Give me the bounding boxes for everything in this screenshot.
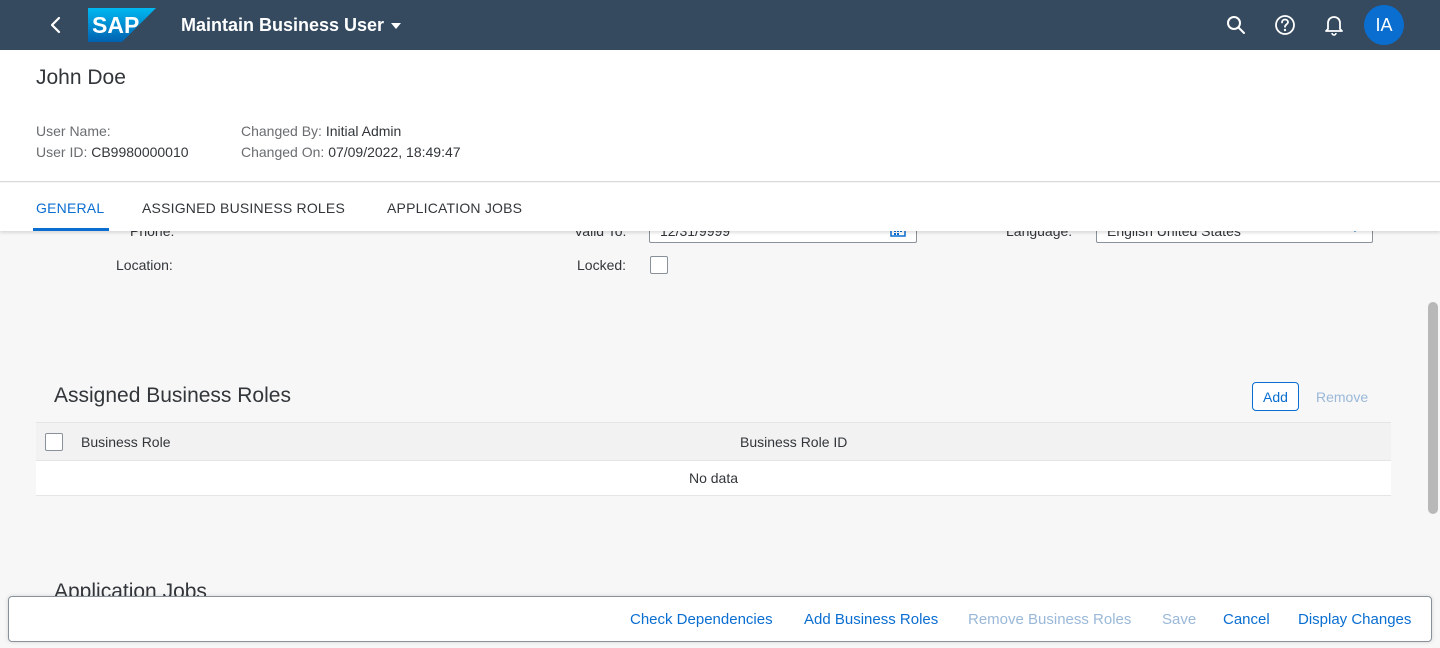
page-title: John Doe (36, 66, 126, 89)
search-button[interactable] (1216, 5, 1256, 45)
user-name-label: User Name: (36, 123, 111, 139)
content-area: Phone: Valid To: 12/31/9999 Language: En… (0, 231, 1426, 596)
display-changes-button[interactable]: Display Changes (1298, 611, 1411, 628)
changed-on-label: Changed On: (241, 144, 325, 160)
no-data-row: No data (36, 461, 1391, 496)
remove-business-roles-button: Remove Business Roles (968, 611, 1132, 628)
locked-label: Locked: (577, 257, 627, 273)
back-icon (50, 16, 61, 34)
valid-to-label: Valid To: (574, 231, 627, 239)
changed-on-attribute: Changed On: 07/09/2022, 18:49:47 (241, 144, 461, 160)
svg-text:SAP: SAP (92, 12, 139, 38)
select-all-checkbox[interactable] (45, 433, 63, 451)
phone-label: Phone: (130, 231, 175, 239)
add-role-button[interactable]: Add (1252, 382, 1299, 411)
shell-actions: IA (1207, 0, 1404, 50)
active-tab-indicator (33, 228, 109, 231)
app-title: Maintain Business User (181, 14, 385, 35)
notification-bell-icon (1325, 16, 1343, 36)
footer-toolbar: Check Dependencies Add Business Roles Re… (8, 596, 1432, 642)
search-icon (1227, 16, 1245, 34)
check-dependencies-button[interactable]: Check Dependencies (630, 611, 773, 628)
changed-by-value: Initial Admin (325, 123, 402, 139)
object-header: John Doe User Name: User ID: CB998000001… (0, 50, 1440, 182)
tab-bar: GENERAL ASSIGNED BUSINESS ROLES APPLICAT… (0, 183, 1440, 231)
cancel-button[interactable]: Cancel (1223, 611, 1270, 628)
valid-to-value: 12/31/9999 (660, 231, 731, 239)
language-label: Language: (1006, 231, 1073, 239)
locked-checkbox[interactable] (650, 256, 668, 274)
changed-by-label: Changed By: (241, 123, 322, 139)
assigned-business-roles-title: Assigned Business Roles (54, 384, 291, 407)
help-icon (1275, 15, 1295, 35)
remove-role-button: Remove (1316, 389, 1369, 405)
tab-application-jobs[interactable]: APPLICATION JOBS (387, 183, 522, 231)
app-title-menu[interactable]: Maintain Business User (181, 15, 402, 36)
roles-table-header: Business Role Business Role ID (36, 422, 1391, 461)
user-id-attribute: User ID: CB9980000010 (36, 144, 189, 160)
scrollbar-thumb[interactable] (1428, 302, 1438, 514)
language-value: English United States (1107, 231, 1241, 239)
calendar-icon[interactable] (890, 231, 906, 237)
back-button[interactable] (36, 5, 76, 45)
language-select[interactable]: English United States (1096, 231, 1373, 243)
user-avatar[interactable]: IA (1364, 5, 1404, 45)
chevron-down-icon (1353, 231, 1357, 233)
user-name-attribute: User Name: (36, 123, 111, 139)
add-business-roles-button[interactable]: Add Business Roles (804, 611, 938, 628)
sap-logo[interactable]: SAP (88, 8, 156, 42)
shell-bar: SAP Maintain Business User IA (0, 0, 1440, 50)
user-id-value: CB9980000010 (91, 144, 189, 160)
user-id-label: User ID: (36, 144, 88, 160)
location-label: Location: (116, 257, 173, 273)
changed-by-attribute: Changed By: Initial Admin (241, 123, 401, 139)
valid-to-datepicker[interactable]: 12/31/9999 (649, 231, 917, 243)
notifications-button[interactable] (1314, 5, 1354, 45)
tab-general[interactable]: GENERAL (36, 183, 104, 231)
help-button[interactable] (1265, 5, 1305, 45)
chevron-down-icon (391, 23, 402, 29)
column-header-business-role[interactable]: Business Role (81, 434, 171, 450)
save-button: Save (1162, 611, 1197, 628)
tab-assigned-business-roles[interactable]: ASSIGNED BUSINESS ROLES (142, 183, 345, 231)
changed-on-value: 07/09/2022, 18:49:47 (328, 144, 461, 160)
column-header-business-role-id[interactable]: Business Role ID (740, 434, 847, 450)
application-jobs-title: Application Jobs (54, 580, 207, 596)
